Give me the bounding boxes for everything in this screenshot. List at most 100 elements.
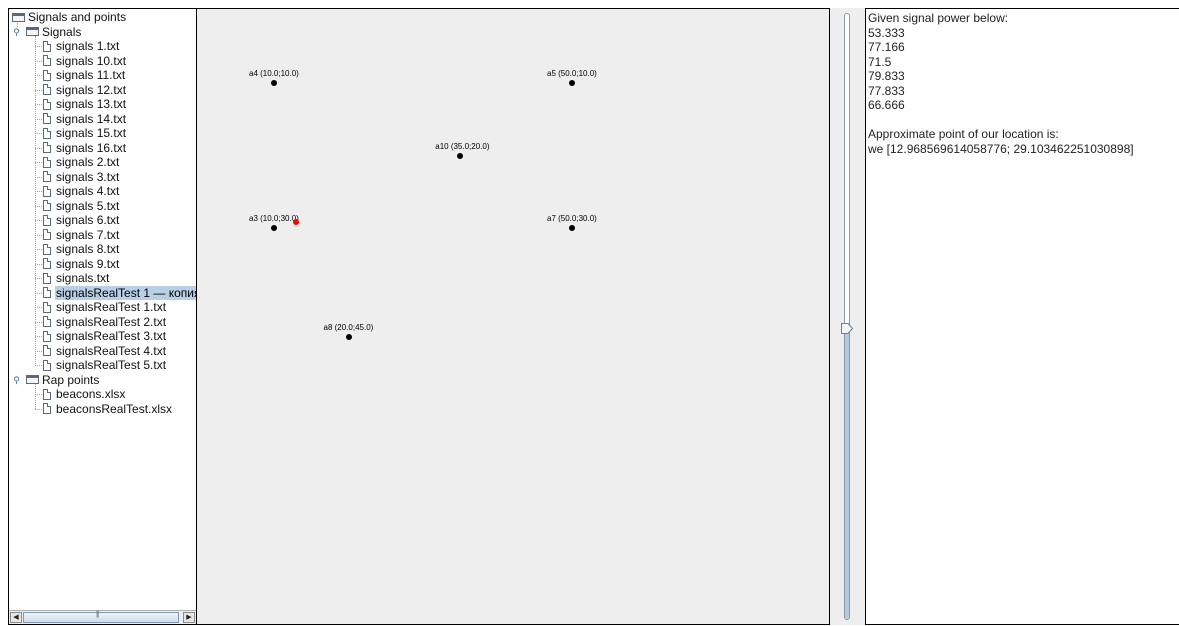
tree-file-item[interactable]: signalsRealTest 1.txt [43,300,167,315]
result-line: 71.5 [868,54,892,69]
file-icon [43,185,51,197]
tree-file-item[interactable]: signals 3.txt [43,170,120,185]
tree-folder-rap-points[interactable]: Rap points [26,373,100,388]
tree-connector [17,22,18,27]
tree-file-item-label: signals 3.txt [56,169,120,184]
folder-icon [26,375,39,385]
beacon-label: a8 (20.0;45.0) [323,323,374,333]
expand-handle-icon[interactable]: ⚲ [12,375,21,385]
tree-connector [35,89,42,91]
file-icon [43,388,51,400]
tree-file-item[interactable]: signals 4.txt [43,184,120,199]
tree-file-item[interactable]: beaconsRealTest.xlsx [43,402,173,417]
scroll-left-icon[interactable]: ◀ [10,612,22,623]
file-icon [43,142,51,154]
beacon-label: a4 (10.0;10.0) [249,69,299,78]
tree-file-item-label: signals 13.txt [56,97,127,111]
file-icon [43,272,51,284]
tree-file-item[interactable]: signals 1.txt [43,39,120,54]
tree-file-item-label: signalsRealTest 1 — копия [55,285,196,300]
file-icon [43,171,51,183]
file-icon [43,214,51,226]
tree-file-item[interactable]: signals 5.txt [43,199,120,214]
tree-connector [35,36,36,366]
result-text-area[interactable]: Given signal power below: 53.333 77.166 71.… [866,8,1179,625]
file-tree[interactable]: Signals and points ⚲ Signals signals 1.txt s… [9,9,196,609]
file-icon [43,316,51,328]
tree-file-item[interactable]: signals.txt [43,271,110,286]
tree-file-item[interactable]: signals 15.txt [43,126,127,141]
tree-file-item[interactable]: signals 12.txt [43,83,127,98]
tree-root[interactable]: Signals and points [12,10,127,25]
tree-connector [35,133,42,134]
file-icon [43,243,51,255]
vertical-slider-panel [829,8,866,625]
result-line: 66.666 [868,98,905,112]
beacon-point [271,225,277,232]
tree-file-item-label: signals 9.txt [56,256,120,271]
tree-file-item-label: signalsRealTest 3.txt [56,329,167,343]
result-line: Approximate point of our location is: [868,127,1059,141]
tree-file-item[interactable]: signals 7.txt [43,228,120,243]
tree-file-item-label: signals 7.txt [56,227,120,242]
tree-connector [35,46,42,47]
tree-file-item[interactable]: signals 6.txt [43,213,120,228]
result-line: Given signal power below: [868,11,1009,25]
tree-file-item[interactable]: signals 2.txt [43,155,120,170]
tree-file-item-label: signalsRealTest 1.txt [56,300,167,314]
result-line: 77.833 [868,83,905,98]
tree-file-item[interactable]: signalsRealTest 3.txt [43,329,167,344]
tree-file-item[interactable]: signalsRealTest 5.txt [43,358,167,373]
tree-connector [35,118,42,120]
tree-file-item-label: signals 6.txt [56,213,120,227]
tree-connector [35,104,42,105]
tree-file-item[interactable]: beacons.xlsx [43,387,126,402]
file-icon [43,301,51,313]
expand-handle-icon[interactable]: ⚲ [12,27,21,37]
tree-horizontal-scrollbar[interactable]: ◀ ▶ [9,610,196,624]
file-icon [43,98,51,110]
tree-file-item-label: signalsRealTest 2.txt [56,314,167,329]
tree-file-item[interactable]: signals 14.txt [43,112,127,127]
file-icon [43,258,51,270]
beacon-point [457,152,464,159]
tree-file-item-label: signals 10.txt [56,53,127,68]
file-icon [43,330,51,342]
slider-track[interactable] [844,13,850,620]
tree-file-item-label: signals 14.txt [56,111,127,126]
tree-connector [35,394,42,395]
tree-connector [35,365,42,366]
tree-file-item[interactable]: signals 11.txt [43,68,126,83]
tree-connector [35,384,36,409]
tree-connector [35,205,42,207]
tree-file-item[interactable]: signals 8.txt [43,242,120,257]
tree-file-item-label: signals 11.txt [56,68,126,82]
tree-connector [35,249,42,250]
scroll-right-icon[interactable]: ▶ [183,612,195,623]
tree-file-item[interactable]: signalsRealTest 2.txt [43,315,167,330]
file-icon [43,200,51,212]
beacon-point [345,334,352,341]
file-icon [43,40,51,52]
file-icon [43,69,51,81]
tree-file-item-label: signals.txt [56,271,110,285]
tree-file-item[interactable]: signals 9.txt [43,257,120,272]
tree-connector [35,191,42,192]
tree-connector [35,278,42,279]
result-line: we [12.968569614058776; 29.1034622510308… [868,141,1134,156]
slider-thumb[interactable] [841,323,853,335]
tree-file-item[interactable]: signals 13.txt [43,97,127,112]
map-canvas[interactable]: a4 (10.0;10.0) a5 (50.0;10.0) a10 (35.0;20… [197,8,829,625]
beacon-point [569,80,575,86]
result-line [868,113,1179,128]
file-icon [43,229,51,241]
tree-file-item[interactable]: signalsRealTest 4.txt [43,344,167,359]
tree-connector [35,75,42,76]
result-line: 77.166 [868,40,905,54]
tree-connector [35,263,42,265]
tree-file-item-label: beacons.xlsx [56,387,126,401]
tree-file-item[interactable]: signals 10.txt [43,54,127,69]
tree-file-item[interactable]: signals 16.txt [43,141,127,156]
tree-file-item[interactable]: signalsRealTest 1 — копия [43,285,196,300]
scrollbar-thumb[interactable] [23,611,179,623]
